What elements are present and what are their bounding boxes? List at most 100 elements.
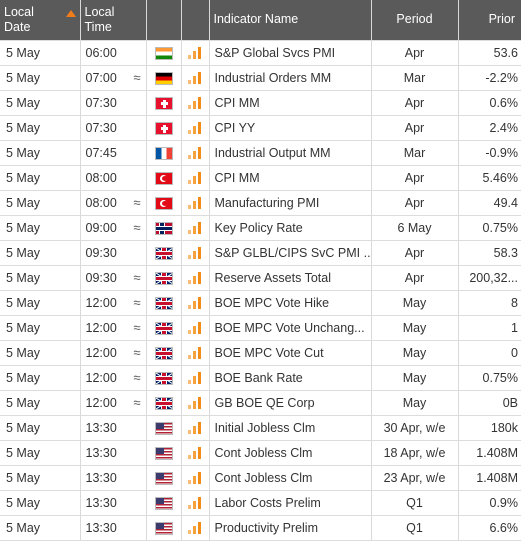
calendar-rows: 5 May 06:00 S&P Global Svcs PMI Apr 53.6 5 Ma… — [0, 40, 521, 541]
row-prior: 0.75% — [458, 365, 521, 391]
row-time: 12:00 — [85, 370, 117, 385]
row-indicator-name[interactable]: BOE MPC Vote Hike — [209, 290, 372, 316]
row-time-cell: 12:00 ≈ — [80, 340, 147, 366]
row-prior: 1 — [458, 315, 521, 341]
local-time-label-line1: Local — [84, 4, 115, 19]
row-indicator-name[interactable]: GB BOE QE Corp — [209, 390, 372, 416]
row-country-cell — [146, 115, 182, 141]
row-indicator-name[interactable]: CPI MM — [209, 90, 372, 116]
row-prior: 1.408M — [458, 465, 521, 491]
table-row[interactable]: 5 May 07:45 Industrial Output MM Mar -0.9% — [0, 140, 521, 166]
table-row[interactable]: 5 May 12:00 ≈ BOE MPC Vote Hike May 8 — [0, 290, 521, 316]
row-period: Apr — [371, 165, 459, 191]
row-indicator-name[interactable]: S&P GLBL/CIPS SvC PMI ... — [209, 240, 372, 266]
row-importance-cell — [181, 515, 210, 541]
switzerland-flag-icon — [154, 121, 173, 135]
row-indicator-name[interactable]: Reserve Assets Total — [209, 265, 372, 291]
row-time-cell: 12:00 ≈ — [80, 390, 147, 416]
table-row[interactable]: 5 May 09:30 ≈ Reserve Assets Total Apr 200,32… — [0, 265, 521, 291]
table-row[interactable]: 5 May 09:30 S&P GLBL/CIPS SvC PMI ... Apr 58… — [0, 240, 521, 266]
row-indicator-name[interactable]: Manufacturing PMI — [209, 190, 372, 216]
table-row[interactable]: 5 May 13:30 Cont Jobless Clm 18 Apr, w/e 1.4… — [0, 440, 521, 466]
column-header-local-date[interactable]: Local Date — [0, 0, 81, 41]
table-row[interactable]: 5 May 12:00 ≈ BOE MPC Vote Cut May 0 — [0, 340, 521, 366]
row-date: 5 May — [0, 490, 81, 516]
row-indicator-name[interactable]: S&P Global Svcs PMI — [209, 40, 372, 66]
row-importance-cell — [181, 315, 210, 341]
us-flag-icon — [154, 471, 173, 485]
table-row[interactable]: 5 May 07:30 CPI MM Apr 0.6% — [0, 90, 521, 116]
uk-flag-icon — [154, 271, 173, 285]
row-indicator-name[interactable]: Cont Jobless Clm — [209, 465, 372, 491]
row-time-cell: 07:45 — [80, 140, 147, 166]
table-row[interactable]: 5 May 07:00 ≈ Industrial Orders MM Mar -2.2% — [0, 65, 521, 91]
approx-icon: ≈ — [133, 69, 141, 85]
row-time: 13:30 — [85, 445, 117, 460]
importance-bars-icon — [188, 172, 202, 185]
row-date: 5 May — [0, 290, 81, 316]
table-row[interactable]: 5 May 09:00 ≈ Key Policy Rate 6 May 0.75% — [0, 215, 521, 241]
row-prior: 6.6% — [458, 515, 521, 541]
row-indicator-name[interactable]: Productivity Prelim — [209, 515, 372, 541]
row-indicator-name[interactable]: CPI YY — [209, 115, 372, 141]
table-row[interactable]: 5 May 13:30 Initial Jobless Clm 30 Apr, w/e… — [0, 415, 521, 441]
germany-flag-icon — [154, 71, 173, 85]
row-prior: 180k — [458, 415, 521, 441]
row-prior: 200,32... — [458, 265, 521, 291]
approx-icon: ≈ — [133, 269, 141, 285]
row-indicator-name[interactable]: Cont Jobless Clm — [209, 440, 372, 466]
uk-flag-icon — [154, 246, 173, 260]
importance-bars-icon — [188, 197, 202, 210]
row-country-cell — [146, 165, 182, 191]
row-date: 5 May — [0, 340, 81, 366]
row-country-cell — [146, 40, 182, 66]
row-importance-cell — [181, 490, 210, 516]
row-country-cell — [146, 240, 182, 266]
table-row[interactable]: 5 May 13:30 Labor Costs Prelim Q1 0.9% — [0, 490, 521, 516]
row-date: 5 May — [0, 115, 81, 141]
sort-ascending-icon[interactable] — [65, 9, 76, 17]
table-row[interactable]: 5 May 13:30 Cont Jobless Clm 23 Apr, w/e 1.4… — [0, 465, 521, 491]
approx-icon: ≈ — [133, 344, 141, 360]
table-row[interactable]: 5 May 08:00 CPI MM Apr 5.46% — [0, 165, 521, 191]
uk-flag-icon — [154, 346, 173, 360]
row-indicator-name[interactable]: Industrial Orders MM — [209, 65, 372, 91]
row-indicator-name[interactable]: Initial Jobless Clm — [209, 415, 372, 441]
column-header-importance[interactable] — [181, 0, 210, 41]
row-time-cell: 13:30 — [80, 515, 147, 541]
row-prior: -0.9% — [458, 140, 521, 166]
row-time-cell: 08:00 — [80, 165, 147, 191]
table-row[interactable]: 5 May 12:00 ≈ GB BOE QE Corp May 0B — [0, 390, 521, 416]
row-time-cell: 06:00 — [80, 40, 147, 66]
row-period: May — [371, 290, 459, 316]
table-row[interactable]: 5 May 12:00 ≈ BOE MPC Vote Unchang... May 1 — [0, 315, 521, 341]
column-header-period[interactable]: Period — [371, 0, 459, 41]
row-date: 5 May — [0, 415, 81, 441]
row-indicator-name[interactable]: Industrial Output MM — [209, 140, 372, 166]
row-date: 5 May — [0, 90, 81, 116]
row-period: Mar — [371, 140, 459, 166]
row-indicator-name[interactable]: CPI MM — [209, 165, 372, 191]
table-row[interactable]: 5 May 13:30 Productivity Prelim Q1 6.6% — [0, 515, 521, 541]
row-period: Apr — [371, 40, 459, 66]
row-indicator-name[interactable]: Key Policy Rate — [209, 215, 372, 241]
row-indicator-name[interactable]: BOE Bank Rate — [209, 365, 372, 391]
table-row[interactable]: 5 May 12:00 ≈ BOE Bank Rate May 0.75% — [0, 365, 521, 391]
column-header-local-time[interactable]: Local Time — [80, 0, 147, 41]
row-time: 12:00 — [85, 345, 117, 360]
row-indicator-name[interactable]: Labor Costs Prelim — [209, 490, 372, 516]
table-row[interactable]: 5 May 08:00 ≈ Manufacturing PMI Apr 49.4 — [0, 190, 521, 216]
row-indicator-name[interactable]: BOE MPC Vote Unchang... — [209, 315, 372, 341]
row-date: 5 May — [0, 515, 81, 541]
row-country-cell — [146, 390, 182, 416]
column-header-prior[interactable]: Prior — [458, 0, 521, 41]
table-row[interactable]: 5 May 07:30 CPI YY Apr 2.4% — [0, 115, 521, 141]
importance-bars-icon — [188, 322, 202, 335]
row-period: 23 Apr, w/e — [371, 465, 459, 491]
column-header-country[interactable] — [146, 0, 182, 41]
table-row[interactable]: 5 May 06:00 S&P Global Svcs PMI Apr 53.6 — [0, 40, 521, 66]
row-indicator-name[interactable]: BOE MPC Vote Cut — [209, 340, 372, 366]
row-time: 08:00 — [85, 170, 117, 185]
row-importance-cell — [181, 140, 210, 166]
column-header-indicator-name[interactable]: Indicator Name — [209, 0, 372, 41]
